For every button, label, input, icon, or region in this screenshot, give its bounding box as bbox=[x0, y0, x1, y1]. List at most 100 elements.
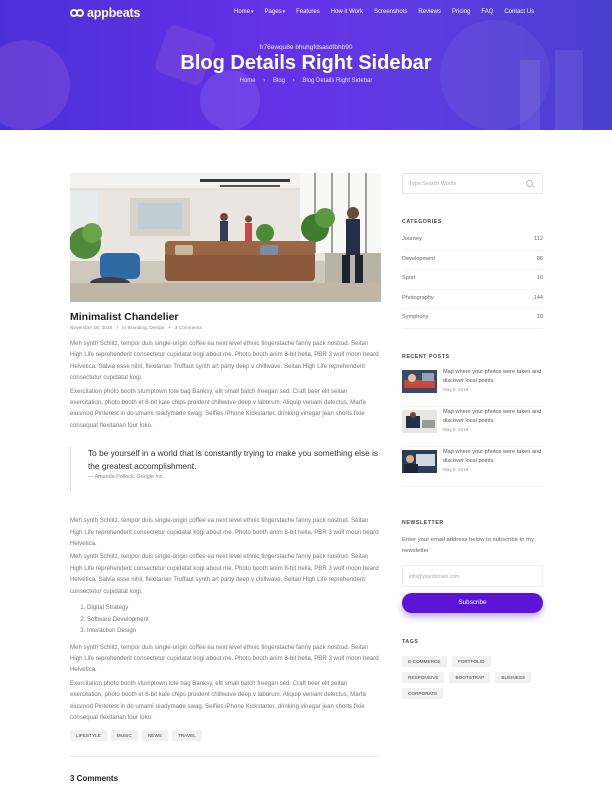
breadcrumb-current: Blog Details Right Sidebar bbox=[302, 78, 373, 84]
main-menu: Home▾ Pages▾ Features How it Work Screenshot… bbox=[234, 9, 545, 15]
category-count: 112 bbox=[534, 236, 543, 242]
breadcrumb-blog-link[interactable]: Blog bbox=[273, 78, 285, 84]
quote-citation: — Amanda Pollock, Google Inc. bbox=[88, 474, 165, 481]
recent-post-thumbnail bbox=[402, 449, 437, 473]
article-paragraph: Meh synth Schlitz, tempor duis single-or… bbox=[70, 340, 379, 382]
article-paragraph: Exercitation photo booth stumptown tote … bbox=[70, 679, 366, 722]
quote-text: To be yourself in a world that is consta… bbox=[88, 448, 379, 471]
category-count: 10 bbox=[536, 275, 543, 281]
article-list: Digital Strategy Software Development In… bbox=[70, 602, 381, 637]
article: Minimalist Chandelier November 18, 2016 … bbox=[70, 173, 381, 783]
list-item: Digital Strategy bbox=[87, 602, 381, 614]
nav-item-label: Home bbox=[234, 9, 251, 15]
category-item[interactable]: Development 86 bbox=[402, 251, 543, 270]
category-name: Sport bbox=[402, 275, 416, 281]
subscribe-button[interactable]: Subscribe bbox=[402, 592, 543, 613]
tag-portfolio[interactable]: PORTFOLIO bbox=[451, 655, 491, 667]
nav-item-reviews[interactable]: Reviews bbox=[418, 9, 441, 15]
tag-music[interactable]: MUSIC bbox=[110, 730, 138, 742]
category-name: Symphony bbox=[402, 314, 429, 320]
post-meta: November 18, 2016 / In Branding, Design … bbox=[70, 326, 381, 331]
nav-item-features[interactable]: Features bbox=[296, 9, 320, 15]
recent-post-thumbnail bbox=[402, 369, 437, 393]
logo-icon bbox=[70, 7, 84, 19]
post-category-link[interactable]: In Branding, Design bbox=[122, 326, 164, 331]
meta-separator-icon: / bbox=[116, 326, 118, 331]
nav-item-home[interactable]: Home▾ bbox=[234, 9, 254, 15]
category-item[interactable]: Journey 112 bbox=[402, 231, 543, 251]
nav-item-label: Features bbox=[296, 9, 320, 15]
tag-cloud: E-COMMERCE PORTFOLIO RESPONSIVE BOOTSTRA… bbox=[402, 655, 543, 704]
recent-post-date: May 8, 2018 bbox=[443, 386, 469, 392]
nav-item-screenshots[interactable]: Screenshots bbox=[374, 9, 407, 15]
recent-post-title[interactable]: Map where your photos were taken and dis… bbox=[443, 448, 543, 467]
tag-travel[interactable]: TRAVEL bbox=[171, 730, 202, 742]
tag-news[interactable]: NEWS bbox=[141, 730, 168, 742]
category-item[interactable]: Sport 10 bbox=[402, 270, 543, 290]
categories-title: CATEGORIES bbox=[402, 219, 442, 225]
article-paragraph: Meh synth Schlitz, tempor duis single-or… bbox=[70, 553, 379, 595]
recent-post-title[interactable]: Map where your photos were taken and dis… bbox=[443, 368, 543, 387]
tag-business[interactable]: BUSINESS bbox=[495, 671, 532, 683]
logo-text: appbeats bbox=[87, 6, 141, 20]
nav-item-pricing[interactable]: Pricing bbox=[452, 9, 470, 15]
breadcrumb-home-link[interactable]: Home bbox=[240, 78, 256, 84]
article-paragraph: Meh synth Schlitz, tempor duis single-or… bbox=[70, 517, 379, 548]
sidebar: CATEGORIES Journey 112 Development 86 Sport 1… bbox=[402, 173, 543, 704]
article-paragraph: Exercitation photo booth stumptown tote … bbox=[70, 387, 366, 429]
nav-item-faq[interactable]: FAQ bbox=[481, 9, 493, 15]
newsletter-email-field[interactable]: info@yourdomain.com bbox=[402, 564, 543, 587]
breadcrumb: Home › Blog › Blog Details Right Sidebar bbox=[0, 78, 612, 84]
category-name: Journey bbox=[402, 236, 422, 242]
tag-responsive[interactable]: RESPONSIVE bbox=[402, 671, 445, 683]
hero-hash-text: fr76ewqu8e bhuhgfdsasdfbhb90 bbox=[259, 44, 353, 51]
breadcrumb-separator: › bbox=[263, 78, 266, 84]
nav-item-label: Reviews bbox=[418, 9, 442, 15]
tag-corporate[interactable]: CORPORATE bbox=[402, 687, 444, 699]
post-date: November 18, 2016 bbox=[70, 326, 113, 331]
blockquote: To be yourself in a world that is consta… bbox=[70, 447, 381, 492]
post-comments-link[interactable]: 3 Comments bbox=[175, 326, 202, 331]
tag-lifestyle[interactable]: LIFESTYLE bbox=[70, 730, 107, 742]
top-navbar: appbeats Home▾ Pages▾ Features How it Work S… bbox=[0, 0, 612, 26]
post-title[interactable]: Minimalist Chandelier bbox=[70, 311, 381, 323]
chevron-down-icon: ▾ bbox=[282, 9, 286, 15]
recent-post-item[interactable]: Map where your photos were taken and dis… bbox=[402, 447, 543, 487]
categories-list: Journey 112 Development 86 Sport 10 Photograph… bbox=[402, 231, 543, 329]
recent-post-date: May 8, 2018 bbox=[443, 466, 469, 472]
nav-item-label: Screenshots bbox=[373, 9, 408, 15]
category-name: Photography bbox=[402, 294, 434, 301]
nav-item-contact-us[interactable]: Contact Us bbox=[504, 9, 534, 15]
nav-item-label: FAQ bbox=[481, 9, 494, 15]
recent-post-item[interactable]: Map where your photos were taken and dis… bbox=[402, 367, 543, 407]
tag-e-commerce[interactable]: E-COMMERCE bbox=[402, 655, 447, 667]
newsletter-description: Enter your email address below to subscr… bbox=[402, 536, 534, 555]
category-item[interactable]: Symphony 18 bbox=[402, 309, 543, 329]
nav-item-how-it-work[interactable]: How it Work bbox=[331, 9, 363, 15]
site-logo[interactable]: appbeats bbox=[70, 6, 140, 20]
featured-image bbox=[70, 173, 381, 302]
nav-item-label: How it Work bbox=[330, 9, 363, 15]
search-box bbox=[402, 173, 543, 194]
recent-posts-list: Map where your photos were taken and dis… bbox=[402, 367, 543, 487]
recent-post-date: May 8, 2018 bbox=[443, 426, 469, 432]
section-divider bbox=[70, 756, 381, 758]
meta-separator-icon: • bbox=[168, 326, 171, 331]
recent-post-title[interactable]: Map where your photos were taken and dis… bbox=[443, 408, 543, 427]
recent-post-item[interactable]: Map where your photos were taken and dis… bbox=[402, 407, 543, 447]
category-name: Development bbox=[402, 255, 435, 262]
tag-bootstrap[interactable]: BOOTSTRAP bbox=[449, 671, 491, 683]
recent-posts-title: RECENT POSTS bbox=[402, 353, 450, 360]
nav-item-label: Pages bbox=[264, 9, 282, 15]
nav-item-label: Contact Us bbox=[504, 9, 535, 15]
search-icon[interactable] bbox=[526, 180, 533, 187]
office-lounge-photo bbox=[70, 173, 381, 302]
category-count: 86 bbox=[536, 255, 543, 262]
newsletter-title: NEWSLETTER bbox=[402, 519, 444, 526]
category-item[interactable]: Photography 144 bbox=[402, 290, 543, 309]
page-hero: appbeats Home▾ Pages▾ Features How it Work S… bbox=[0, 0, 612, 130]
breadcrumb-separator: › bbox=[292, 78, 295, 84]
nav-item-pages[interactable]: Pages▾ bbox=[265, 9, 286, 15]
search-input[interactable] bbox=[409, 181, 509, 187]
post-tags: LIFESTYLE MUSIC NEWS TRAVEL bbox=[70, 730, 381, 742]
